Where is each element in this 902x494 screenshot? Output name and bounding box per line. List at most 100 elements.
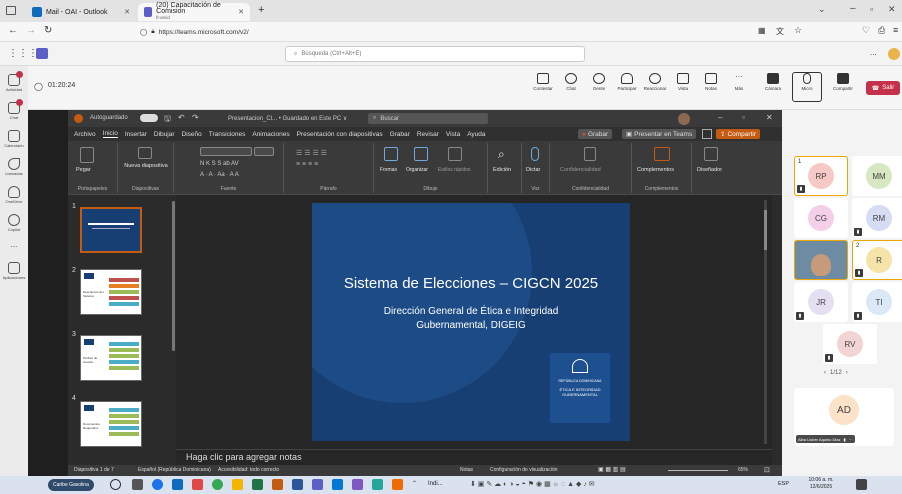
dictate-button[interactable]: Dictar <box>526 167 540 173</box>
search-icon[interactable] <box>110 479 121 490</box>
avatar[interactable] <box>678 113 690 125</box>
app-icon[interactable] <box>332 479 343 490</box>
contestar-button[interactable]: Contestar <box>528 73 558 91</box>
close-icon[interactable]: ✕ <box>124 8 130 16</box>
search-input[interactable]: ⌕ Búsqueda (Ctrl+Alt+E) <box>285 46 585 62</box>
task-view-icon[interactable] <box>132 479 143 490</box>
more-button[interactable]: ··· Más <box>724 73 754 92</box>
scroll-thumb[interactable] <box>764 210 767 250</box>
clock[interactable]: 10:06 a. m. 12/6/2025 <box>796 477 846 491</box>
participant-tile[interactable]: RP 1 ▮ <box>794 156 848 196</box>
forward-icon[interactable]: → <box>26 25 36 36</box>
tab-archivo[interactable]: Archivo <box>74 131 96 138</box>
participant-tile[interactable]: CG <box>794 198 848 238</box>
quick-styles-button[interactable]: Estilos rápidos <box>438 167 471 173</box>
tab-diseno[interactable]: Diseño <box>182 131 202 138</box>
thumbnail-slide-4[interactable]: Documentos Requeridos <box>80 401 142 447</box>
edge-icon[interactable] <box>152 479 163 490</box>
view-button[interactable]: Vista <box>668 73 698 91</box>
addins-button[interactable]: Complementos <box>637 167 674 173</box>
font-size-select[interactable] <box>254 147 274 156</box>
camera-button[interactable]: Cámara <box>758 73 788 91</box>
app-icon[interactable] <box>392 479 403 490</box>
outlook-icon[interactable] <box>172 479 183 490</box>
close-window-icon[interactable]: ✕ <box>888 4 896 15</box>
notes-button[interactable]: Notas <box>696 73 726 91</box>
shapes-button[interactable]: Formas <box>380 167 397 173</box>
maximize-icon[interactable]: ▫ <box>870 4 873 14</box>
new-slide-icon[interactable] <box>138 147 152 159</box>
reload-icon[interactable]: ↻ <box>44 25 52 36</box>
shapes-icon[interactable] <box>384 147 398 161</box>
bullets-icon[interactable]: ☰ ☰ ☰ ☰ <box>296 149 327 157</box>
participant-tile[interactable]: JR ▮ <box>794 282 848 322</box>
addins-icon[interactable] <box>654 147 670 161</box>
word-icon[interactable] <box>292 479 303 490</box>
star-icon[interactable]: ☆ <box>794 25 802 36</box>
participant-tile[interactable]: RM ▮ <box>852 198 902 238</box>
raise-hand-button[interactable]: Participar <box>612 73 642 91</box>
language-status[interactable]: Español (República Dominicana) <box>138 467 211 473</box>
chevron-left-icon[interactable]: ‹ <box>824 370 826 376</box>
align-icon[interactable]: ≡ ≡ ≡ ≡ <box>296 161 318 168</box>
gallery-pager[interactable]: ‹ 1/12 › <box>824 370 848 376</box>
present-in-teams-button[interactable]: ▣ Presentar en Teams <box>622 129 697 139</box>
maximize-icon[interactable]: ▫ <box>742 113 745 122</box>
react-button[interactable]: Reaccionar <box>640 73 670 91</box>
designer-icon[interactable] <box>704 147 718 161</box>
close-icon[interactable]: ✕ <box>766 113 773 122</box>
participant-tile[interactable]: TI ▮ <box>852 282 902 322</box>
rail-item-calls[interactable]: Llamadas <box>0 158 28 176</box>
share-button[interactable]: Compartir <box>828 73 858 91</box>
view-icons[interactable]: ▣ ▦ ▥ ▤ <box>598 466 626 473</box>
app-icon[interactable] <box>352 479 363 490</box>
rail-item-activity[interactable]: Actividad <box>0 71 28 92</box>
tab-transiciones[interactable]: Transiciones <box>209 131 246 138</box>
tray-icons[interactable]: ⬇ ▣ ✎ ☁ ◐ ◑ ◒ ◓ ⚑ ◉ ▦ ☼ ◌ ▲ ◆ ♪ ✉ <box>470 480 595 488</box>
zoom-slider[interactable] <box>668 470 728 471</box>
app-icon[interactable] <box>192 479 203 490</box>
view-settings[interactable]: Configuración de visualización <box>490 467 558 473</box>
language-indicator[interactable]: ESP <box>778 481 789 487</box>
notes-pane[interactable]: Haga clic para agregar notas <box>176 449 772 465</box>
tab-animaciones[interactable]: Animaciones <box>252 131 289 138</box>
participant-tile[interactable]: MM <box>852 156 902 196</box>
arrange-button[interactable]: Organizar <box>406 167 428 173</box>
tab-vista[interactable]: Vista <box>446 131 460 138</box>
new-tab-button[interactable]: + <box>258 4 264 16</box>
document-title[interactable]: Presentacion_Cl... • Guardado en Este PC… <box>228 115 347 122</box>
chevron-up-icon[interactable]: ⌃ <box>412 480 417 487</box>
save-icon[interactable]: 🖫︎ <box>164 113 171 127</box>
paste-icon[interactable] <box>80 147 94 163</box>
tab-ayuda[interactable]: Ayuda <box>467 131 485 138</box>
minimize-icon[interactable]: – <box>718 113 722 122</box>
redo-icon[interactable]: ↷ <box>192 113 199 122</box>
chevron-right-icon[interactable]: › <box>846 370 848 376</box>
slide-scrollbar[interactable] <box>764 200 767 444</box>
participant-tile-large[interactable]: AD Alba Lisber Aquino Diaz ▮ ··· <box>794 388 894 446</box>
font-color-icon[interactable]: A · A · Aa · A A <box>200 172 239 178</box>
more-icon[interactable]: ··· <box>849 437 853 442</box>
rail-item-calendar[interactable]: Calendario <box>0 130 28 148</box>
tab-outlook[interactable]: Mail - OAI - Outlook ✕ <box>26 3 136 21</box>
quick-styles-icon[interactable] <box>448 147 462 161</box>
tab-dibujar[interactable]: Dibujar <box>154 131 175 138</box>
thumbnail-slide-2[interactable]: Descripción del Sistema <box>80 269 142 315</box>
people-button[interactable]: Gente <box>584 73 614 91</box>
minimize-icon[interactable]: – <box>850 3 856 14</box>
notifications-icon[interactable] <box>856 479 867 490</box>
ppt-search-input[interactable]: ⌕ Buscar <box>368 113 488 124</box>
tab-grabar[interactable]: Grabar <box>390 131 410 138</box>
mic-icon[interactable] <box>531 147 539 161</box>
taskbar-search[interactable]: Caribe Gasolina <box>48 479 94 491</box>
url-field[interactable]: ◯ 🔒︎ https://teams.microsoft.com/v2/ <box>140 25 720 39</box>
rail-item-more[interactable]: ... <box>0 240 28 249</box>
sensitivity-icon[interactable] <box>584 147 596 161</box>
mic-button[interactable]: Micro <box>792 72 822 102</box>
menu-icon[interactable]: ≡ <box>893 25 898 35</box>
thumbnail-slide-3[interactable]: Perfiles de Usuario <box>80 335 142 381</box>
participant-tile[interactable]: RV ▮ <box>823 324 877 364</box>
thumbnail-slide-1[interactable] <box>80 207 142 253</box>
chrome-icon[interactable] <box>212 479 223 490</box>
back-icon[interactable]: ← <box>8 25 18 36</box>
